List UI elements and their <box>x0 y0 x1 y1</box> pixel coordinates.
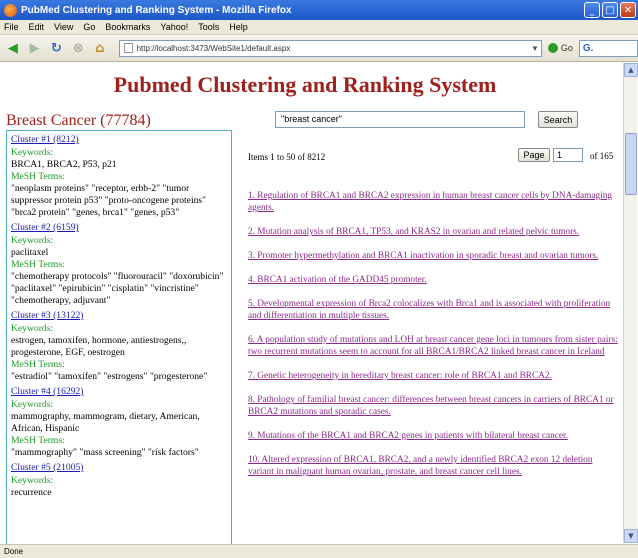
back-icon[interactable]: ◀ <box>4 39 22 57</box>
forward-icon[interactable]: ▶ <box>26 39 44 57</box>
chevron-down-icon[interactable]: ▼ <box>531 44 539 53</box>
page-title: Pubmed Clustering and Ranking System <box>113 72 497 97</box>
mesh-label: MeSH Terms: <box>11 171 65 182</box>
result-link[interactable]: 1. Regulation of BRCA1 and BRCA2 express… <box>248 190 620 214</box>
menu-go[interactable]: Go <box>83 22 95 32</box>
vertical-scrollbar[interactable]: ▲ ▼ <box>623 63 638 543</box>
menu-bar: File Edit View Go Bookmarks Yahoo! Tools… <box>0 20 638 35</box>
result-link[interactable]: 10. Altered expression of BRCA1, BRCA2, … <box>248 454 620 478</box>
url-bar[interactable]: http://localhost:3473/WebSite1/default.a… <box>118 39 542 57</box>
scroll-down-icon[interactable]: ▼ <box>624 529 638 543</box>
cluster-link[interactable]: Cluster #5 (21005) <box>11 461 227 475</box>
mesh-values: "neoplasm proteins" "receptor, erbb-2" "… <box>11 183 207 218</box>
minimize-icon[interactable]: _ <box>584 2 600 18</box>
menu-file[interactable]: File <box>4 22 19 32</box>
cluster-item: Cluster #2 (6159) Keywords: paclitaxel M… <box>11 221 227 307</box>
stop-icon[interactable]: ⊗ <box>69 39 87 57</box>
result-link[interactable]: 2. Mutation analysis of BRCA1, TP53, and… <box>248 226 620 238</box>
mesh-values: "estradiol" "tamoxifen" "estrogens" "pro… <box>11 371 208 382</box>
scroll-thumb[interactable] <box>625 133 637 195</box>
mesh-label: MeSH Terms: <box>11 435 65 446</box>
menu-yahoo[interactable]: Yahoo! <box>160 22 188 32</box>
status-bar: Done <box>0 544 638 558</box>
firefox-icon <box>4 3 17 17</box>
cluster-link[interactable]: Cluster #3 (13122) <box>11 309 227 323</box>
keywords-values: mammography, mammogram, dietary, America… <box>11 411 200 434</box>
topic-heading: Breast Cancer (77784) <box>6 112 151 129</box>
page-number-input[interactable]: 1 <box>553 148 583 162</box>
keywords-values: estrogen, tamoxifen, hormone, antiestrog… <box>11 335 187 358</box>
mesh-values: "chemotherapy protocols" "fluorouracil" … <box>11 271 224 306</box>
menu-help[interactable]: Help <box>229 22 248 32</box>
result-link[interactable]: 7. Genetic heterogeneity in hereditary b… <box>248 370 620 382</box>
page-button[interactable]: Page <box>518 148 550 162</box>
cluster-item: Cluster #3 (13122) Keywords: estrogen, t… <box>11 309 227 383</box>
cluster-link[interactable]: Cluster #2 (6159) <box>11 221 227 235</box>
keywords-label: Keywords: <box>11 399 54 410</box>
window-titlebar: PubMed Clustering and Ranking System - M… <box>0 0 638 20</box>
keywords-label: Keywords: <box>11 235 54 246</box>
scroll-up-icon[interactable]: ▲ <box>624 63 638 77</box>
page-icon <box>123 43 133 53</box>
page-total: of 165 <box>590 151 614 161</box>
cluster-item: Cluster #1 (8212) Keywords: BRCA1, BRCA2… <box>11 133 227 219</box>
cluster-item: Cluster #5 (21005) Keywords: recurrence <box>11 461 227 499</box>
keywords-values: recurrence <box>11 487 52 498</box>
cluster-link[interactable]: Cluster #1 (8212) <box>11 133 227 147</box>
browser-search-input[interactable]: G. <box>578 39 638 57</box>
go-button[interactable]: Go <box>547 43 573 53</box>
result-link[interactable]: 6. A population study of mutations and L… <box>248 334 620 358</box>
items-count: Items 1 to 50 of 8212 <box>248 152 326 162</box>
result-link[interactable]: 5. Developmental expression of Brca2 col… <box>248 298 620 322</box>
menu-bookmarks[interactable]: Bookmarks <box>105 22 150 32</box>
result-link[interactable]: 9. Mutations of the BRCA1 and BRCA2 gene… <box>248 430 620 442</box>
search-button[interactable]: Search <box>538 111 578 128</box>
home-icon[interactable]: ⌂ <box>91 39 109 57</box>
search-input[interactable]: "breast cancer" <box>275 111 525 128</box>
mesh-values: "mammography" "mass screening" "risk fac… <box>11 447 199 458</box>
result-link[interactable]: 4. BRCA1 activation of the GADD45 promot… <box>248 274 620 286</box>
close-icon[interactable]: ✕ <box>620 2 636 18</box>
mesh-label: MeSH Terms: <box>11 359 65 370</box>
keywords-values: BRCA1, BRCA2, P53, p21 <box>11 159 117 170</box>
go-icon <box>547 43 558 53</box>
keywords-label: Keywords: <box>11 323 54 334</box>
navigation-toolbar: ◀ ▶ ↻ ⊗ ⌂ http://localhost:3473/WebSite1… <box>0 35 638 62</box>
mesh-label: MeSH Terms: <box>11 259 65 270</box>
cluster-sidebar: Cluster #1 (8212) Keywords: BRCA1, BRCA2… <box>6 130 232 545</box>
keywords-label: Keywords: <box>11 475 54 486</box>
result-link[interactable]: 3. Promoter hypermethylation and BRCA1 i… <box>248 250 620 262</box>
menu-tools[interactable]: Tools <box>198 22 219 32</box>
reload-icon[interactable]: ↻ <box>47 39 65 57</box>
cluster-link[interactable]: Cluster #4 (16292) <box>11 385 227 399</box>
result-link[interactable]: 8. Pathology of familial breast cancer: … <box>248 394 620 418</box>
menu-view[interactable]: View <box>54 22 73 32</box>
maximize-icon[interactable]: □ <box>602 2 618 18</box>
results-list: 1. Regulation of BRCA1 and BRCA2 express… <box>248 190 620 478</box>
keywords-label: Keywords: <box>11 147 54 158</box>
keywords-values: paclitaxel <box>11 247 49 258</box>
menu-edit[interactable]: Edit <box>29 22 45 32</box>
window-title: PubMed Clustering and Ranking System - M… <box>21 4 292 16</box>
go-label: Go <box>560 43 573 53</box>
window-controls: _ □ ✕ <box>584 2 636 18</box>
url-text: http://localhost:3473/WebSite1/default.a… <box>136 43 291 53</box>
cluster-item: Cluster #4 (16292) Keywords: mammography… <box>11 385 227 459</box>
